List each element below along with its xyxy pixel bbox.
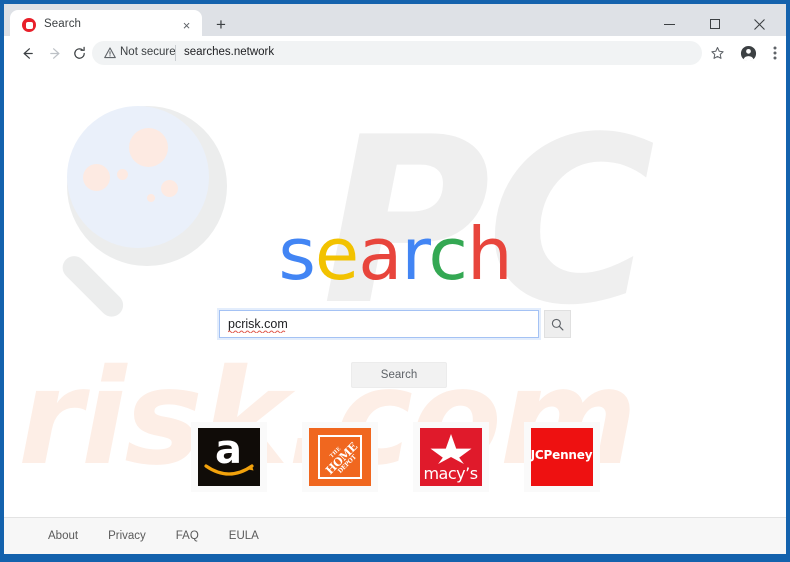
maximize-icon — [709, 19, 720, 29]
macys-wordmark: macy’s — [423, 464, 478, 483]
logo-letter-r: r — [401, 212, 429, 296]
home-depot-wordmark: THE HOME DEPOT — [310, 428, 370, 486]
tile-home-depot[interactable]: THE HOME DEPOT — [301, 422, 378, 492]
search-logo: search — [4, 218, 786, 290]
profile-button[interactable] — [737, 42, 759, 64]
star-icon — [710, 46, 724, 59]
address-bar[interactable]: Not secure searches.network — [92, 41, 702, 65]
forward-button[interactable] — [44, 42, 66, 64]
tab-close-icon[interactable]: × — [179, 18, 194, 33]
url-text: searches.network — [184, 46, 275, 58]
tile-jcpenney[interactable]: JCPenney — [523, 422, 600, 492]
reload-button[interactable] — [68, 42, 90, 64]
lens-blob — [147, 194, 155, 202]
macys-logo: macy’s — [419, 428, 482, 486]
search-row — [219, 310, 571, 338]
page-footer: About Privacy FAQ EULA — [4, 518, 786, 554]
home-depot-logo: THE HOME DEPOT — [308, 428, 371, 486]
new-tab-button[interactable]: + — [210, 14, 232, 36]
forward-arrow-icon — [49, 47, 59, 59]
title-bar: Search × + — [0, 0, 790, 40]
tab-title: Search — [44, 18, 82, 30]
logo-letter-e: e — [314, 212, 359, 296]
logo-letter-s: s — [278, 212, 316, 296]
back-arrow-icon — [23, 47, 33, 59]
footer-link-eula[interactable]: EULA — [229, 530, 259, 542]
bookmark-button[interactable] — [706, 42, 728, 64]
tile-amazon[interactable]: a — [190, 422, 267, 492]
footer-link-faq[interactable]: FAQ — [176, 530, 199, 542]
browser-window: Search × + Not secure searches.network P… — [0, 0, 790, 562]
lens-blob — [129, 128, 168, 167]
footer-link-about[interactable]: About — [48, 530, 78, 542]
browser-toolbar: Not secure searches.network — [0, 36, 790, 70]
tab-favicon-icon — [22, 18, 36, 32]
minimize-icon — [664, 23, 675, 25]
security-status-label: Not secure — [120, 46, 176, 58]
jcpenney-logo: JCPenney — [530, 428, 593, 486]
lens-blob — [117, 169, 128, 180]
magnifier-icon — [551, 318, 564, 330]
logo-letter-h: h — [466, 212, 513, 296]
home-depot-box-icon: THE HOME DEPOT — [317, 435, 362, 479]
back-button[interactable] — [16, 42, 38, 64]
footer-link-privacy[interactable]: Privacy — [108, 530, 146, 542]
logo-letter-a: a — [358, 212, 402, 296]
three-dot-menu-icon — [773, 46, 777, 60]
page-viewport: PC risk.com search pcrisk.com Search a T… — [4, 70, 786, 554]
shortcut-tiles: a THE HOME DEPOT macy’s JCPenney — [4, 422, 786, 492]
search-button[interactable]: Search — [351, 362, 447, 388]
macys-star-icon — [430, 434, 471, 464]
menu-button[interactable] — [764, 42, 786, 64]
account-avatar-icon — [740, 45, 756, 61]
lens-blob — [161, 180, 178, 197]
tile-macys[interactable]: macy’s — [412, 422, 489, 492]
warning-triangle-icon — [104, 47, 116, 59]
amazon-smile-icon — [203, 464, 254, 476]
search-input[interactable] — [219, 310, 539, 338]
close-icon — [754, 18, 765, 30]
jcpenney-wordmark: JCPenney — [530, 448, 593, 462]
search-submit-icon-button[interactable] — [544, 310, 571, 338]
amazon-logo: a — [197, 428, 260, 486]
reload-icon — [73, 46, 85, 59]
lens-blob — [83, 164, 110, 191]
omnibox-divider — [175, 45, 176, 61]
logo-letter-c: c — [428, 212, 468, 296]
